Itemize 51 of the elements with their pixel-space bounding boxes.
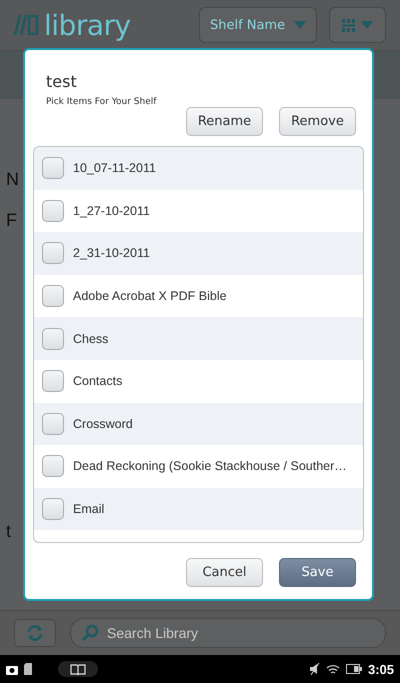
clock-time: 3:05	[368, 662, 394, 676]
background-text: N	[6, 169, 19, 190]
checkbox[interactable]	[42, 370, 64, 392]
book-icon	[70, 664, 86, 674]
logo-icon	[14, 14, 40, 34]
refresh-icon	[26, 625, 44, 641]
caret-icon	[294, 21, 306, 29]
checkbox[interactable]	[42, 328, 64, 350]
camera-icon	[6, 664, 18, 674]
search-icon	[81, 624, 99, 642]
cancel-button[interactable]: Cancel	[186, 558, 263, 587]
item-label: 1_27-10-2011	[73, 204, 150, 218]
list-item[interactable]: Crossword	[34, 402, 363, 446]
battery-icon	[346, 664, 362, 674]
checkbox[interactable]	[42, 285, 64, 308]
grid-icon	[342, 18, 355, 32]
shelf-dropdown[interactable]: Shelf Name	[199, 7, 317, 43]
sd-card-icon	[24, 663, 32, 675]
view-dropdown[interactable]	[329, 7, 386, 43]
rename-button[interactable]: Rename	[186, 107, 263, 136]
list-item[interactable]: Email	[34, 488, 363, 530]
item-label: Crossword	[73, 416, 133, 431]
caret-icon	[361, 21, 373, 29]
item-label: Dead Reckoning (Sookie Stackhouse / Souther…	[73, 459, 347, 474]
muted-speaker-icon	[310, 663, 320, 675]
dialog-subtitle: Pick Items For Your Shelf	[46, 97, 156, 107]
background-text: t	[6, 521, 12, 542]
checkbox[interactable]	[42, 200, 64, 222]
dialog-title: test	[46, 72, 77, 91]
checkbox[interactable]	[42, 242, 64, 264]
library-button[interactable]	[58, 661, 98, 677]
remove-button[interactable]: Remove	[279, 107, 356, 136]
wifi-icon	[326, 664, 340, 674]
library-logo: library	[14, 8, 187, 42]
item-label: Contacts	[73, 374, 122, 388]
refresh-button[interactable]	[14, 619, 56, 647]
checkbox[interactable]	[42, 412, 64, 435]
save-button[interactable]: Save	[279, 558, 356, 587]
search-field[interactable]: Search Library	[70, 618, 386, 648]
item-label: 10_07-11-2011	[73, 161, 156, 176]
list-item[interactable]: 10_07-11-2011	[34, 147, 363, 190]
checkbox[interactable]	[42, 157, 64, 180]
item-label: Email	[73, 502, 104, 516]
checkbox[interactable]	[42, 498, 64, 520]
checkbox[interactable]	[42, 455, 64, 478]
item-label: Adobe Acrobat X PDF Bible	[73, 289, 227, 304]
list-item[interactable]: 2_31-10-2011	[34, 232, 363, 275]
item-label: Chess	[73, 332, 108, 346]
list-item[interactable]: Chess	[34, 317, 363, 360]
background-text: F	[6, 210, 17, 231]
item-label: 2_31-10-2011	[73, 246, 150, 260]
